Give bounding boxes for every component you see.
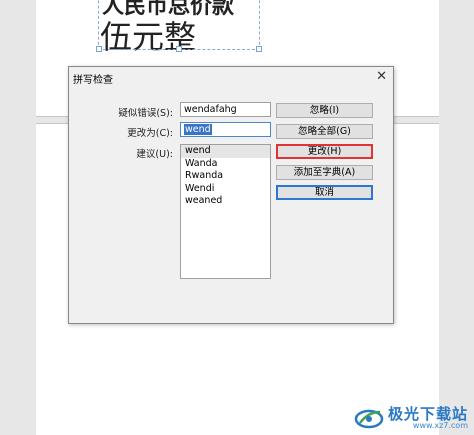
cancel-button[interactable]: 取消 bbox=[276, 185, 373, 200]
resize-handle[interactable] bbox=[256, 46, 262, 52]
list-item[interactable]: Wanda bbox=[181, 158, 270, 171]
change-to-label: 更改为(C): bbox=[127, 128, 173, 139]
suggestions-list[interactable]: wend Wanda Rwanda Wendi weaned bbox=[180, 144, 271, 279]
watermark-url: www.xz7.com bbox=[412, 420, 468, 430]
suggestions-label: 建议(U): bbox=[136, 149, 173, 160]
watermark-logo-icon bbox=[354, 409, 384, 429]
ignore-button[interactable]: 忽略(I) bbox=[276, 103, 373, 118]
change-to-input[interactable]: wend bbox=[180, 122, 271, 137]
watermark: 极光下载站 www.xz7.com bbox=[354, 406, 468, 430]
list-item[interactable]: Rwanda bbox=[181, 170, 270, 183]
suspect-word-field[interactable]: wendafahg bbox=[180, 102, 271, 117]
list-item[interactable]: Wendi bbox=[181, 183, 270, 196]
text-frame-selection[interactable] bbox=[96, 0, 262, 52]
change-button[interactable]: 更改(H) bbox=[276, 144, 373, 159]
ignore-all-button[interactable]: 忽略全部(G) bbox=[276, 124, 373, 139]
add-to-dictionary-button[interactable]: 添加至字典(A) bbox=[276, 165, 373, 180]
suspect-label: 疑似错误(S): bbox=[118, 108, 173, 119]
change-to-selected-text: wend bbox=[184, 124, 212, 135]
dialog-title: 拼写检查 bbox=[73, 75, 113, 86]
resize-handle[interactable] bbox=[176, 46, 182, 52]
spell-check-dialog: 拼写检查 ✕ 疑似错误(S): wendafahg 更改为(C): wend 建… bbox=[68, 66, 394, 324]
list-item[interactable]: weaned bbox=[181, 195, 270, 208]
resize-handle[interactable] bbox=[96, 46, 102, 52]
close-icon[interactable]: ✕ bbox=[376, 69, 387, 84]
watermark-name: 极光下载站 bbox=[387, 404, 468, 423]
list-item[interactable]: wend bbox=[181, 145, 270, 158]
